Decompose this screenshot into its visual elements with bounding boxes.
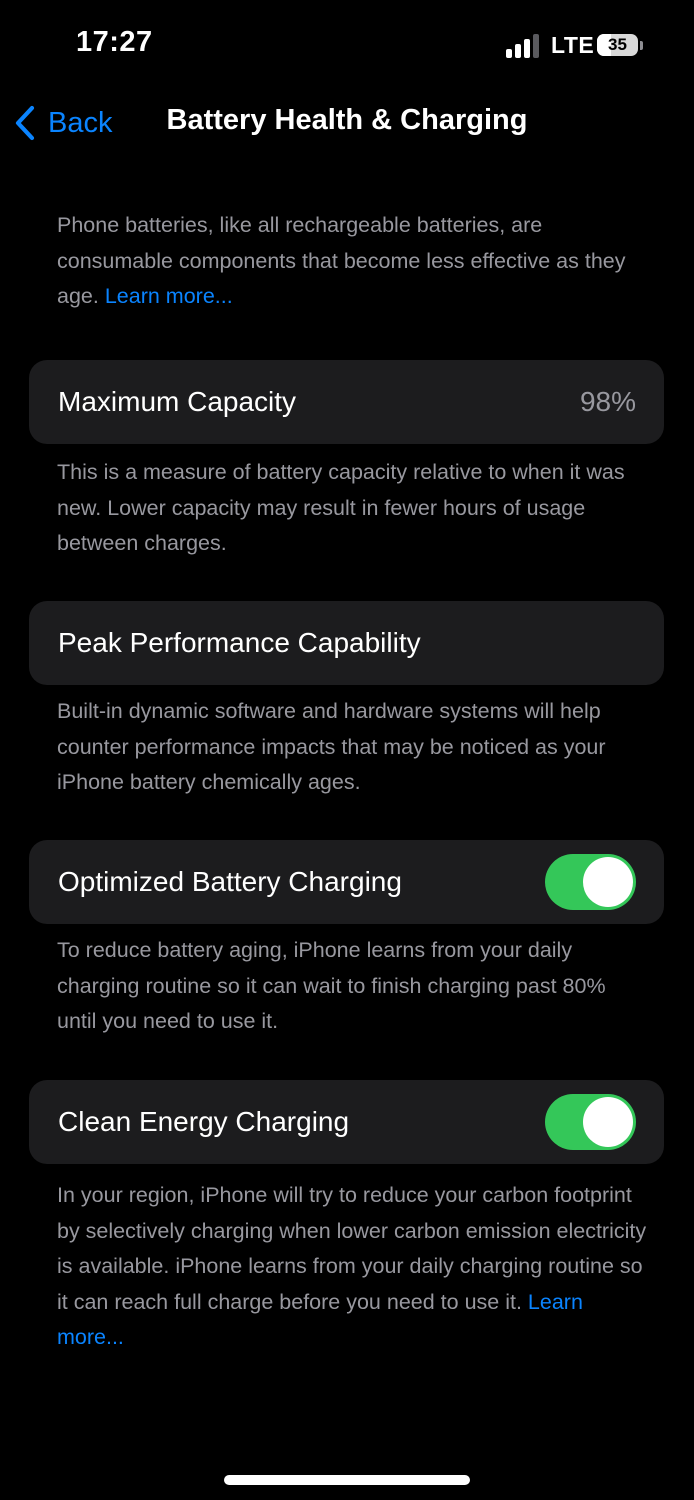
maximum-capacity-value: 98%	[579, 386, 636, 417]
clean-energy-footer: In your region, iPhone will try to reduc…	[57, 1178, 647, 1356]
clean-energy-toggle[interactable]	[545, 1094, 636, 1150]
peak-performance-label: Peak Performance Capability	[58, 627, 421, 658]
clean-energy-label: Clean Energy Charging	[58, 1106, 350, 1137]
optimized-charging-toggle[interactable]	[545, 854, 636, 910]
learn-more-link[interactable]: Learn more...	[105, 284, 233, 308]
battery-percent: 35	[608, 35, 627, 54]
toggle-knob	[583, 1097, 633, 1147]
optimized-charging-cell: Optimized Battery Charging	[29, 840, 664, 924]
optimized-charging-label: Optimized Battery Charging	[58, 866, 402, 897]
intro-text: Phone batteries, like all rechargeable b…	[57, 208, 647, 315]
page-title: Battery Health & Charging	[166, 104, 528, 136]
maximum-capacity-cell: Maximum Capacity 98%	[29, 360, 664, 444]
peak-performance-footer: Built-in dynamic software and hardware s…	[57, 699, 606, 794]
home-indicator[interactable]	[224, 1475, 470, 1485]
signal-bar	[533, 34, 539, 58]
optimized-charging-footer: To reduce battery aging, iPhone learns f…	[57, 938, 606, 1033]
cellular-signal-icon	[506, 34, 542, 58]
clean-energy-cell: Clean Energy Charging	[29, 1080, 664, 1164]
signal-bar	[515, 44, 521, 58]
signal-bar	[506, 49, 512, 58]
peak-performance-cell: Peak Performance Capability	[29, 601, 664, 685]
network-type: LTE	[551, 32, 595, 58]
battery-cap	[640, 41, 643, 50]
toggle-knob	[583, 857, 633, 907]
status-bar: 17:27 LTE 35	[0, 0, 694, 92]
status-time: 17:27	[76, 26, 153, 58]
signal-bar	[524, 39, 530, 58]
maximum-capacity-footer: This is a measure of battery capacity re…	[57, 460, 625, 555]
maximum-capacity-label: Maximum Capacity	[58, 386, 297, 417]
battery-icon: 35	[597, 34, 643, 58]
